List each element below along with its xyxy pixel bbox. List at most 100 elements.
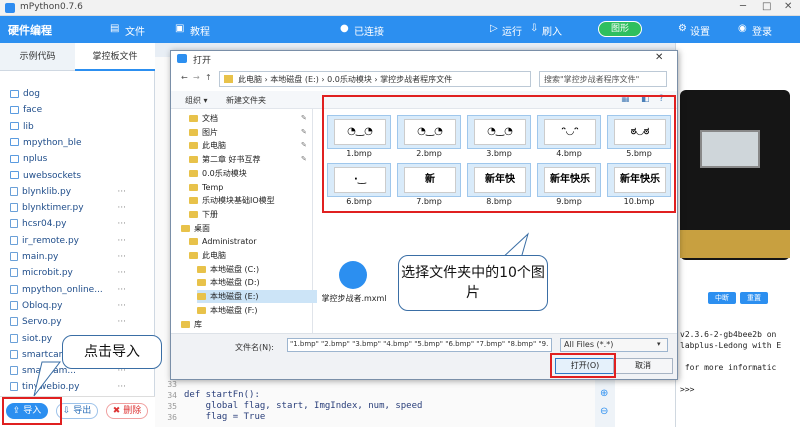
tab-board-files[interactable]: 掌控板文件 [75,43,155,71]
more-options-icon[interactable]: ··· [117,216,126,232]
zoom-out-icon[interactable]: ⊖ [600,406,608,417]
folder-icon [189,169,198,177]
run-button[interactable]: 运行 [502,23,522,38]
import-callout: 点击导入 [62,335,162,369]
forward-arrow-icon[interactable]: → [193,73,200,82]
nav-item[interactable]: 图片 ✎ [189,126,307,139]
more-options-icon[interactable]: ··· [117,282,126,298]
more-options-icon[interactable]: ··· [117,249,126,265]
new-folder-button[interactable]: 新建文件夹 [226,95,266,106]
nav-item-label: 0.0乐动模块 [202,168,247,178]
search-input[interactable]: 搜索"掌控步战者程序文件" [539,71,667,87]
breadcrumb-item[interactable]: 0.0乐动模块 [327,75,372,84]
export-label: 导出 [73,406,92,416]
sidebar-file-name: dog [23,89,40,99]
code-line[interactable]: global flag, start, ImgIndex, num, speed [184,401,423,411]
minimize-button[interactable]: ─ [740,1,746,12]
pin-icon: ✎ [301,155,307,164]
breadcrumb-item[interactable]: 掌控步战者程序文件 [380,75,452,84]
back-arrow-icon[interactable]: ← [181,73,188,82]
tutorial-button[interactable]: 教程 [190,23,210,38]
sidebar-file-item[interactable]: Obloq.py ··· [10,298,150,314]
nav-item[interactable]: 第二章 好书互荐 ✎ [189,153,307,166]
search-placeholder: 搜索"掌控步战者程序文件" [544,75,640,84]
nav-item[interactable]: 此电脑 ✎ [189,139,307,152]
filename-input[interactable]: "1.bmp" "2.bmp" "3.bmp" "4.bmp" "5.bmp" … [287,338,552,352]
nav-item[interactable]: Temp [189,181,223,194]
close-window-button[interactable]: ✕ [784,1,792,12]
sidebar-file-name: blynktimer.py [22,203,84,214]
graphic-mode-toggle[interactable]: 图形 [598,21,642,37]
nav-item[interactable]: 0.0乐动模块 [189,167,247,180]
sidebar-file-item[interactable]: mpython_ble [10,135,150,151]
more-options-icon[interactable]: ··· [117,265,126,281]
sidebar-file-item[interactable]: face [10,102,150,118]
zoom-in-icon[interactable]: ⊕ [600,388,608,399]
sidebar-file-item[interactable]: main.py ··· [10,249,150,265]
nav-item-label: 下册 [202,209,218,219]
more-options-icon[interactable]: ··· [117,314,126,330]
sidebar-file-item[interactable]: uwebsockets [10,168,150,184]
settings-button[interactable]: 设置 [690,23,710,38]
nav-item[interactable]: 库 [181,318,202,331]
file-menu-button[interactable]: 文件 [125,23,145,38]
breadcrumb-item[interactable]: 此电脑 [238,75,262,84]
nav-item[interactable]: 本地磁盘 (E:) [197,290,317,304]
breadcrumb-item[interactable]: 本地磁盘 (E:) [270,75,319,84]
flash-button[interactable]: 刷入 [542,23,562,38]
more-options-icon[interactable]: ··· [117,200,126,216]
sidebar-file-item[interactable]: microbit.py ··· [10,265,150,281]
file-icon [10,186,18,196]
sidebar-file-item[interactable]: mpython_online... ··· [10,282,150,298]
export-button[interactable]: ⇩ 导出 [56,403,98,419]
file-icon [10,300,18,310]
reset-button[interactable]: 重置 [740,292,768,304]
sidebar-file-item[interactable]: dog [10,86,150,102]
more-options-icon[interactable]: ··· [117,184,126,200]
nav-item[interactable]: 本地磁盘 (C:) [197,263,259,276]
nav-item[interactable]: 本地磁盘 (F:) [197,304,257,317]
organize-menu[interactable]: 组织 ▾ [185,95,208,106]
maximize-button[interactable]: □ [762,1,771,12]
tab-examples[interactable]: 示例代码 [0,43,75,71]
folder-icon [189,115,198,122]
mxml-file-icon[interactable] [339,261,367,289]
cancel-button[interactable]: 取消 [613,358,673,374]
interrupt-button[interactable]: 中断 [708,292,736,304]
repl-console[interactable]: v2.3.6-2-gb4bee2b on labplus-Ledong with … [680,330,800,410]
file-icon [10,333,18,343]
code-line[interactable]: flag = True [184,412,266,422]
more-options-icon[interactable]: ··· [117,298,126,314]
filetype-select[interactable]: All Files (*.*) ▾ [560,338,668,352]
nav-item[interactable]: 此电脑 [189,249,226,262]
sidebar-tabs: 示例代码 掌控板文件 [0,43,155,71]
sidebar-file-item[interactable]: nplus [10,151,150,167]
nav-item[interactable]: 下册 [189,208,218,221]
nav-item[interactable]: Administrator [189,235,257,248]
connection-status: 已连接 [354,27,384,38]
address-bar[interactable]: 此电脑 › 本地磁盘 (E:) › 0.0乐动模块 › 掌控步战者程序文件 [219,71,531,87]
sidebar-file-item[interactable]: hcsr04.py ··· [10,216,150,232]
delete-button[interactable]: ✖ 删除 [106,403,148,419]
up-arrow-icon[interactable]: ↑ [205,73,212,82]
image-selection-highlight [322,95,676,213]
folder-icon [181,320,190,328]
nav-item[interactable]: 文档 ✎ [189,112,307,125]
sidebar-file-item[interactable]: ir_remote.py ··· [10,233,150,249]
nav-item[interactable]: 本地磁盘 (D:) [197,276,260,289]
sidebar-file-item[interactable]: blynktimer.py ··· [10,200,150,216]
sidebar-file-item[interactable]: Servo.py ··· [10,314,150,330]
dialog-close-icon[interactable]: ✕ [655,52,663,63]
mxml-file-name[interactable]: 掌控步战者.mxml [319,293,389,304]
code-line[interactable]: def startFn(): [184,390,260,400]
more-options-icon[interactable]: ··· [117,233,126,249]
board-edge-connector [680,230,790,258]
sidebar-file-item[interactable]: lib [10,119,150,135]
nav-item[interactable]: 乐动模块基础IO模型 [189,194,275,207]
file-icon [10,349,18,359]
nav-item[interactable]: 桌面 [181,222,210,235]
more-options-icon[interactable]: ··· [117,379,126,395]
folder-icon [10,105,19,114]
sidebar-file-item[interactable]: blynklib.py ··· [10,184,150,200]
login-button[interactable]: 登录 [752,23,772,38]
